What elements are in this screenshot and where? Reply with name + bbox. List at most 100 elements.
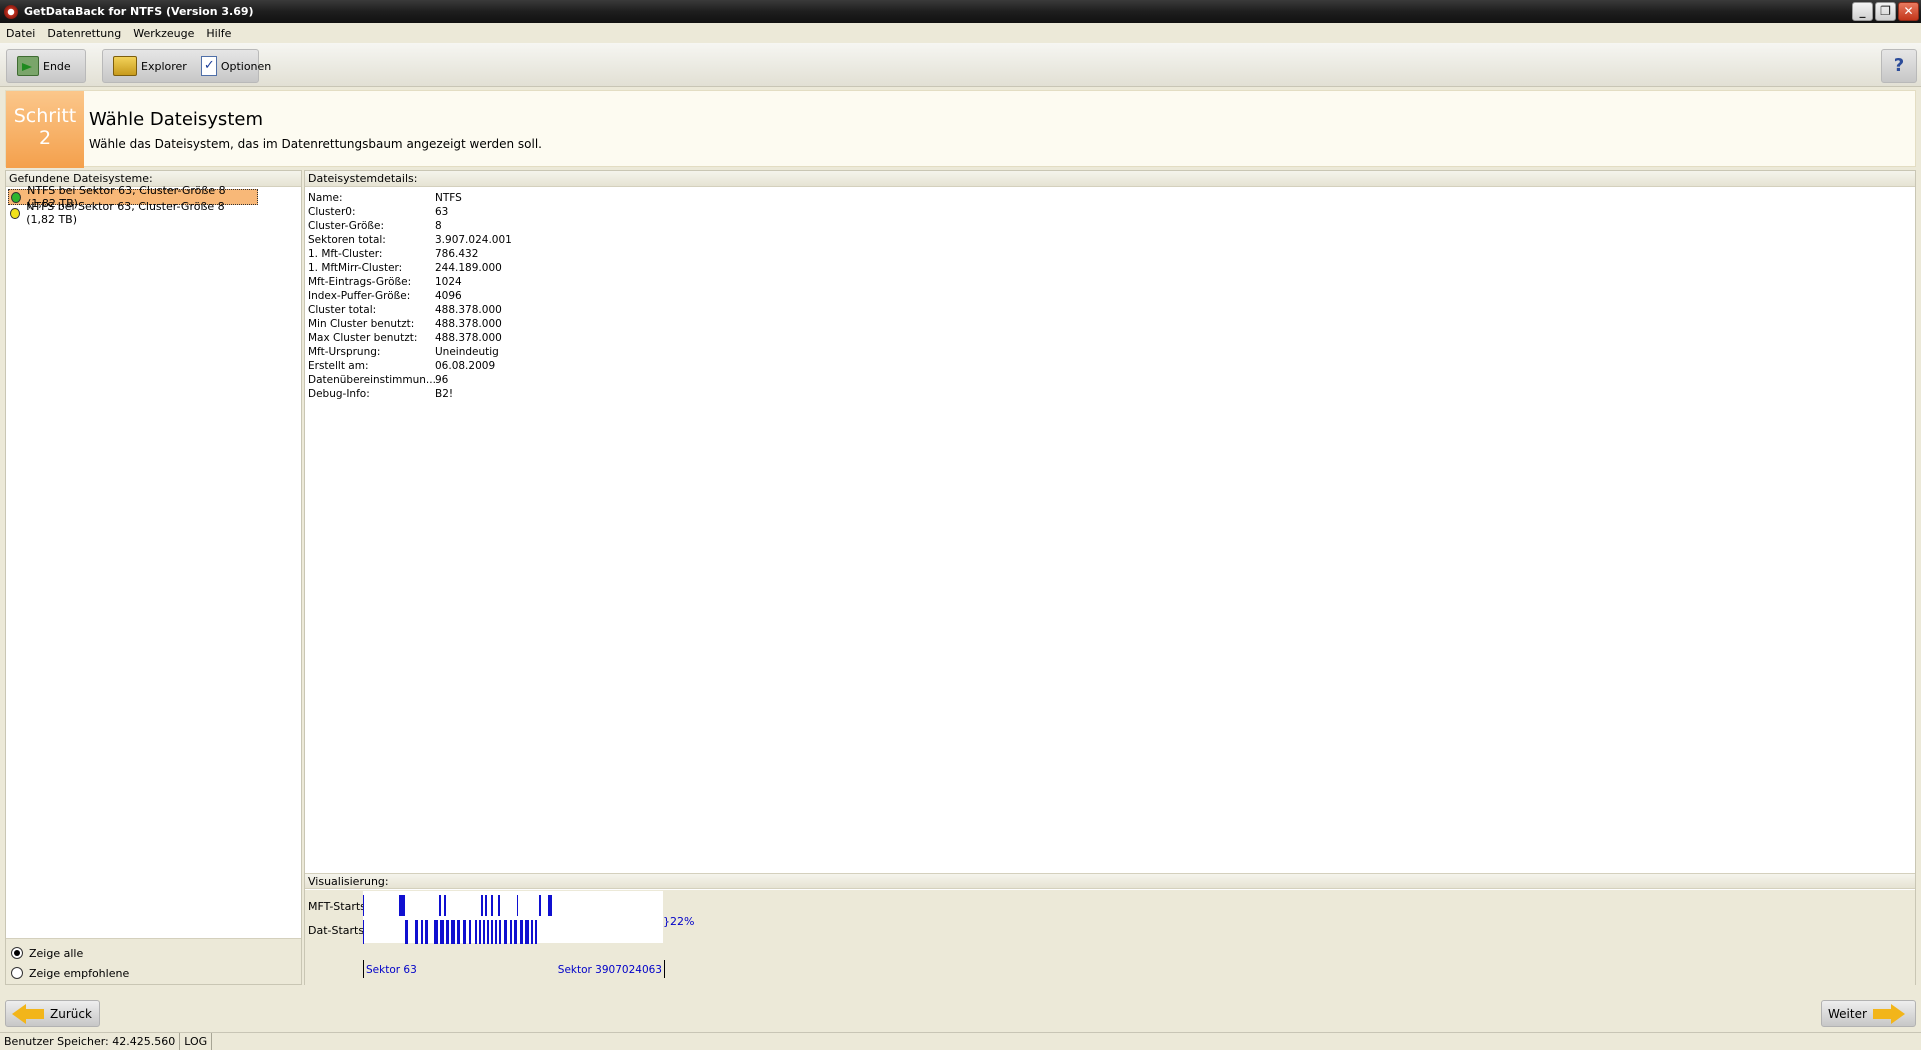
start-marker bbox=[457, 920, 460, 944]
start-marker bbox=[520, 920, 523, 944]
mft-starts-strip bbox=[363, 891, 663, 919]
radio-show-all[interactable]: Zeige alle bbox=[11, 943, 301, 963]
detail-key: Sektoren total: bbox=[308, 234, 386, 246]
start-marker bbox=[510, 920, 512, 944]
detail-key: Mft-Ursprung: bbox=[308, 346, 381, 358]
detail-value: 3.907.024.001 bbox=[435, 234, 512, 246]
next-button[interactable]: Weiter bbox=[1821, 1000, 1916, 1027]
explorer-button[interactable]: Explorer bbox=[109, 52, 191, 80]
status-memory: Benutzer Speicher: 42.425.560 bbox=[0, 1033, 181, 1050]
detail-value: 96 bbox=[435, 374, 449, 386]
start-marker bbox=[479, 920, 481, 944]
back-button[interactable]: Zurück bbox=[5, 1000, 100, 1027]
detail-row: Datenübereinstimmun... 96 bbox=[308, 373, 1915, 387]
detail-row: Cluster total: 488.378.000 bbox=[308, 303, 1915, 317]
start-marker bbox=[525, 920, 529, 944]
detail-row: Cluster-Größe: 8 bbox=[308, 219, 1915, 233]
step-description: Wähle das Dateisystem, das im Datenrettu… bbox=[89, 137, 542, 151]
detail-row: Erstellt am: 06.08.2009 bbox=[308, 359, 1915, 373]
detail-key: Name: bbox=[308, 192, 343, 204]
options-label: Optionen bbox=[220, 59, 272, 73]
step-number: 2 bbox=[38, 127, 52, 149]
start-marker bbox=[469, 920, 471, 944]
arrow-left-icon bbox=[12, 1003, 44, 1024]
detail-row: Mft-Ursprung: Uneindeutig bbox=[308, 345, 1915, 359]
detail-value: 488.378.000 bbox=[435, 332, 502, 344]
detail-key: Mft-Eintrags-Größe: bbox=[308, 276, 412, 288]
start-marker bbox=[514, 920, 517, 944]
close-button[interactable]: ✕ bbox=[1898, 2, 1919, 21]
step-word: Schritt bbox=[13, 105, 77, 127]
detail-value: 488.378.000 bbox=[435, 304, 502, 316]
dat-starts-strip bbox=[363, 916, 663, 944]
start-marker bbox=[405, 920, 408, 944]
explorer-icon bbox=[113, 56, 137, 76]
radio-show-recommended[interactable]: Zeige empfohlene bbox=[11, 963, 301, 983]
start-marker bbox=[531, 920, 533, 944]
detail-value: B2! bbox=[435, 388, 454, 400]
found-filesystems-panel: Gefundene Dateisysteme: NTFS bei Sektor … bbox=[5, 170, 302, 985]
details-header: Dateisystemdetails: bbox=[305, 171, 1915, 187]
start-marker bbox=[491, 920, 493, 944]
filter-radio-group: Zeige alle Zeige empfohlene bbox=[6, 938, 301, 984]
menu-datei[interactable]: Datei bbox=[6, 27, 35, 40]
dat-starts-label: Dat-Starts: bbox=[308, 924, 368, 937]
detail-key: Datenübereinstimmun... bbox=[308, 374, 435, 386]
app-icon bbox=[4, 4, 18, 19]
menu-datenrettung[interactable]: Datenrettung bbox=[47, 27, 121, 40]
detail-row: Cluster0: 63 bbox=[308, 205, 1915, 219]
detail-value: NTFS bbox=[435, 192, 462, 204]
detail-key: Erstellt am: bbox=[308, 360, 369, 372]
detail-row: Index-Puffer-Größe: 4096 bbox=[308, 289, 1915, 303]
arrow-right-icon bbox=[1872, 1003, 1905, 1024]
checklist-icon bbox=[200, 56, 217, 76]
detail-key: Min Cluster benutzt: bbox=[308, 318, 415, 330]
filesystem-item-2[interactable]: NTFS bei Sektor 63, Cluster-Größe 8 (1,8… bbox=[8, 200, 258, 226]
next-label: Weiter bbox=[1828, 1006, 1867, 1021]
maximize-button[interactable]: ❐ bbox=[1875, 2, 1896, 21]
detail-key: 1. MftMirr-Cluster: bbox=[308, 262, 403, 274]
options-button[interactable]: Optionen bbox=[197, 52, 275, 80]
detail-key: Max Cluster benutzt: bbox=[308, 332, 418, 344]
start-marker bbox=[495, 920, 497, 944]
detail-value: 8 bbox=[435, 220, 442, 232]
detail-value: 488.378.000 bbox=[435, 318, 502, 330]
menu-werkzeuge[interactable]: Werkzeuge bbox=[133, 27, 194, 40]
menu-hilfe[interactable]: Hilfe bbox=[206, 27, 231, 40]
detail-value: 1024 bbox=[435, 276, 462, 288]
details-table: Name: NTFS Cluster0: 63 Cluster-Größe: 8 Sekto… bbox=[305, 187, 1915, 401]
start-marker bbox=[425, 920, 428, 944]
start-marker bbox=[363, 920, 364, 944]
minimize-button[interactable]: _ bbox=[1852, 2, 1873, 21]
scale-end-label: Sektor 3907024063 bbox=[557, 964, 662, 976]
detail-value: 63 bbox=[435, 206, 449, 218]
detail-row: Name: NTFS bbox=[308, 191, 1915, 205]
toolbar: Ende Explorer Optionen ? bbox=[0, 43, 1921, 87]
start-marker bbox=[499, 920, 501, 944]
back-label: Zurück bbox=[50, 1006, 92, 1021]
start-marker bbox=[463, 920, 466, 944]
exit-button[interactable]: Ende bbox=[13, 52, 75, 80]
help-button[interactable]: ? bbox=[1881, 49, 1917, 83]
detail-row: Mft-Eintrags-Größe: 1024 bbox=[308, 275, 1915, 289]
start-marker bbox=[487, 920, 489, 944]
detail-key: 1. Mft-Cluster: bbox=[308, 248, 383, 260]
visualization-area: MFT-Starts Dat-Starts: }22% Sektor 63 Se… bbox=[305, 890, 1915, 985]
detail-value: 244.189.000 bbox=[435, 262, 502, 274]
mft-starts-label: MFT-Starts bbox=[308, 900, 366, 913]
start-marker bbox=[415, 920, 418, 944]
explorer-label: Explorer bbox=[141, 59, 187, 73]
status-bar: Benutzer Speicher: 42.425.560 LOG bbox=[0, 1032, 1921, 1050]
detail-key: Debug-Info: bbox=[308, 388, 370, 400]
help-icon: ? bbox=[1893, 55, 1905, 76]
detail-row: Min Cluster benutzt: 488.378.000 bbox=[308, 317, 1915, 331]
toolbar-group-tools: Explorer Optionen bbox=[102, 49, 271, 83]
visualization-header: Visualisierung: bbox=[305, 873, 1915, 889]
detail-row: Debug-Info: B2! bbox=[308, 387, 1915, 401]
radio-show-recommended-label: Zeige empfohlene bbox=[29, 966, 130, 980]
start-marker bbox=[434, 920, 438, 944]
detail-value: 786.432 bbox=[435, 248, 479, 260]
detail-value: 06.08.2009 bbox=[435, 360, 496, 372]
start-marker bbox=[440, 920, 444, 944]
exit-label: Ende bbox=[43, 59, 71, 73]
